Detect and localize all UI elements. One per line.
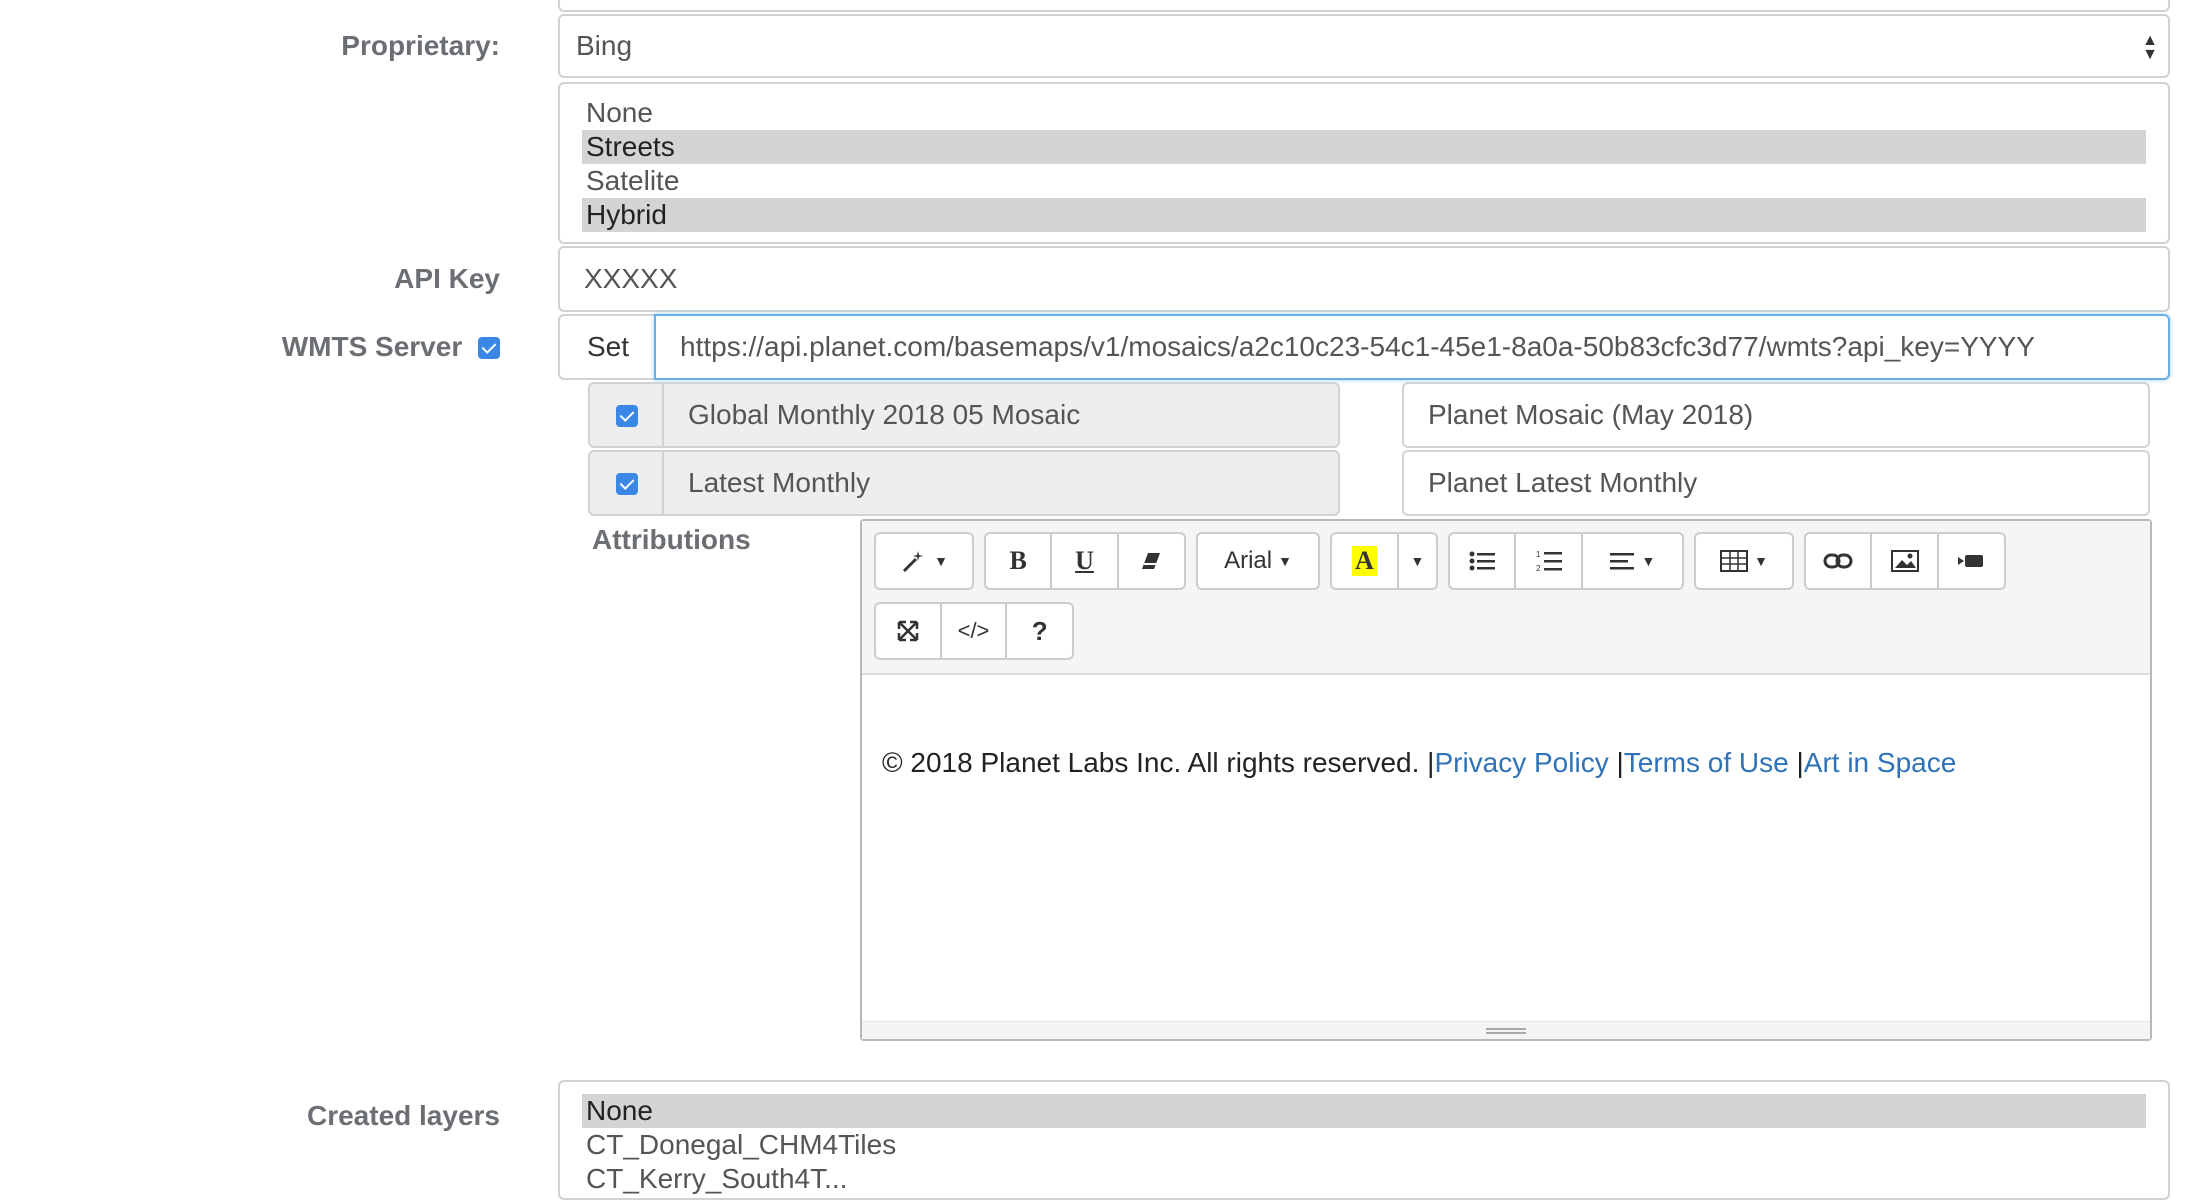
font-style-group: B U	[984, 532, 1186, 590]
attributions-label: Attributions	[592, 524, 751, 555]
layer-name: Latest Monthly	[662, 450, 1340, 516]
created-layers-listbox[interactable]: None CT_Donegal_CHM4Tiles CT_Kerry_South…	[558, 1080, 2170, 1200]
code-view-icon[interactable]: </>	[942, 604, 1008, 658]
privacy-policy-link[interactable]: Privacy Policy	[1434, 747, 1608, 778]
editor-resize-handle[interactable]	[862, 1021, 2150, 1039]
copyright-text: © 2018 Planet Labs Inc. All rights reser…	[882, 747, 1435, 778]
wmts-url-input[interactable]: https://api.planet.com/basemaps/v1/mosai…	[654, 314, 2170, 380]
eraser-icon[interactable]	[1119, 534, 1184, 588]
api-key-input[interactable]: XXXXX	[558, 246, 2170, 312]
color-caret-icon[interactable]: ▼	[1399, 534, 1436, 588]
wmts-set-button[interactable]: Set	[558, 314, 658, 380]
select-arrows-icon: ▲ ▼	[2142, 32, 2158, 63]
api-key-label: API Key	[394, 263, 500, 294]
layer-checkbox[interactable]	[616, 405, 638, 427]
insert-group	[1804, 532, 2006, 590]
table-icon[interactable]: ▼	[1696, 534, 1792, 588]
svg-text:1: 1	[1536, 550, 1541, 559]
terms-of-use-link[interactable]: Terms of Use	[1624, 747, 1789, 778]
previous-field	[558, 0, 2170, 12]
ordered-list-icon[interactable]: 12	[1516, 534, 1583, 588]
font-dropdown[interactable]: Arial ▼	[1196, 532, 1320, 590]
layer-name-text: Latest Monthly	[688, 467, 871, 498]
created-layers-label: Created layers	[306, 1100, 500, 1131]
wmts-url-value: https://api.planet.com/basemaps/v1/mosai…	[680, 331, 2035, 362]
listbox-option[interactable]: CT_Kerry_South4T...	[582, 1162, 2146, 1196]
unordered-list-icon[interactable]	[1450, 534, 1517, 588]
editor-content[interactable]: © 2018 Planet Labs Inc. All rights reser…	[862, 677, 2150, 1023]
layer-title-input[interactable]: Planet Latest Monthly	[1402, 450, 2150, 516]
rich-text-editor: ▼ B U Arial ▼ A ▼ 12 ▼ ▼ </> ? © 2018 Pl…	[860, 519, 2152, 1041]
wmts-server-checkbox[interactable]	[478, 337, 500, 359]
layer-title-text: Planet Latest Monthly	[1428, 467, 1698, 498]
proprietary-label: Proprietary:	[341, 30, 500, 61]
svg-text:2: 2	[1536, 564, 1541, 573]
paragraph-group: 12 ▼	[1448, 532, 1684, 590]
help-icon[interactable]: ?	[1007, 604, 1072, 658]
view-group: </> ?	[874, 602, 1074, 660]
style-group: ▼	[874, 532, 974, 590]
art-in-space-link[interactable]: Art in Space	[1804, 747, 1957, 778]
layer-title-text: Planet Mosaic (May 2018)	[1428, 399, 1754, 430]
align-icon[interactable]: ▼	[1583, 534, 1682, 588]
listbox-option[interactable]: Streets	[582, 130, 2146, 164]
wmts-server-text: WMTS Server	[281, 331, 463, 362]
magic-wand-icon[interactable]: ▼	[876, 534, 972, 588]
table-group: ▼	[1694, 532, 1794, 590]
listbox-option[interactable]: Hybrid	[582, 198, 2146, 232]
listbox-option[interactable]: None	[582, 1094, 2146, 1128]
listbox-option[interactable]: CT_Donegal_CHM4Tiles	[582, 1128, 2146, 1162]
bold-icon[interactable]: B	[986, 534, 1053, 588]
listbox-option[interactable]: None	[582, 96, 2146, 130]
proprietary-selected-value: Bing	[576, 30, 633, 61]
color-group: A ▼	[1330, 532, 1438, 590]
layer-checkbox-cell[interactable]	[588, 450, 664, 516]
proprietary-select[interactable]: Bing ▲ ▼	[558, 14, 2170, 78]
video-icon[interactable]	[1939, 534, 2004, 588]
api-key-value: XXXXX	[584, 263, 678, 294]
fullscreen-icon[interactable]	[876, 604, 942, 658]
layer-title-input[interactable]: Planet Mosaic (May 2018)	[1402, 382, 2150, 448]
font-name-button[interactable]: Arial ▼	[1198, 534, 1318, 588]
map-type-listbox[interactable]: None Streets Satelite Hybrid	[558, 82, 2170, 244]
underline-icon[interactable]: U	[1052, 534, 1119, 588]
text-color-icon[interactable]: A	[1332, 534, 1399, 588]
layer-name-text: Global Monthly 2018 05 Mosaic	[688, 399, 1081, 430]
set-label: Set	[586, 331, 630, 362]
layer-checkbox-cell[interactable]	[588, 382, 664, 448]
listbox-option[interactable]: Satelite	[582, 164, 2146, 198]
layer-name: Global Monthly 2018 05 Mosaic	[662, 382, 1340, 448]
link-icon[interactable]	[1806, 534, 1873, 588]
separator: |	[1788, 747, 1804, 778]
font-name: Arial	[1224, 547, 1273, 574]
wmts-server-label: WMTS Server	[282, 331, 500, 363]
separator: |	[1608, 747, 1624, 778]
image-icon[interactable]	[1872, 534, 1939, 588]
layer-checkbox[interactable]	[616, 473, 638, 495]
